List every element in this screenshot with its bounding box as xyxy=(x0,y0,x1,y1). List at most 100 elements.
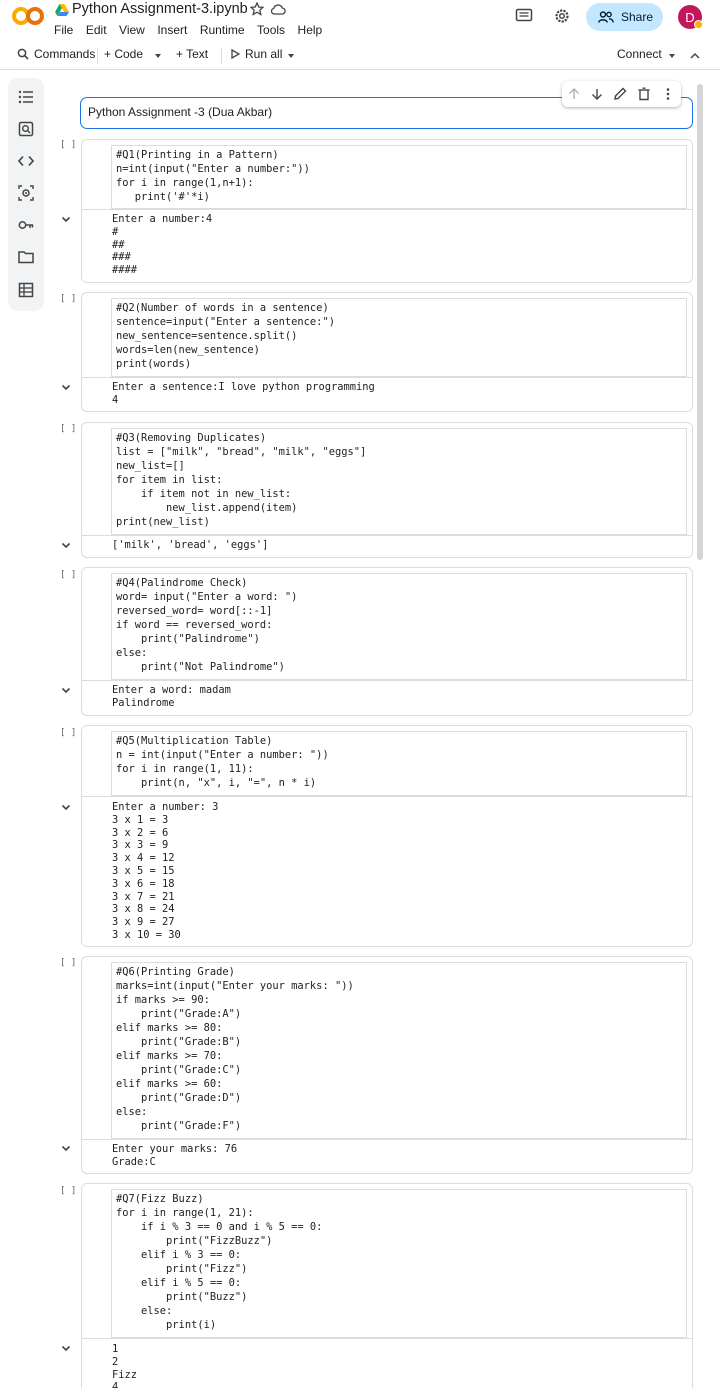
share-label: Share xyxy=(621,10,654,24)
code-snippets-icon[interactable] xyxy=(18,153,34,169)
warning-badge xyxy=(694,20,703,29)
output-text: Enter a sentence:I love python programmi… xyxy=(112,381,375,406)
files-folder-icon[interactable] xyxy=(18,249,34,265)
output-divider xyxy=(82,796,692,797)
code-cell[interactable]: #Q4(Palindrome Check) word= input("Enter… xyxy=(81,567,693,716)
chevron-down-icon[interactable] xyxy=(61,1345,71,1352)
cell-run-marker[interactable]: [ ] xyxy=(60,728,76,738)
menu-view[interactable]: View xyxy=(119,23,145,37)
output-divider xyxy=(82,680,692,681)
move-down-icon[interactable] xyxy=(590,87,604,101)
code-cell[interactable]: #Q1(Printing in a Pattern) n=int(input("… xyxy=(81,139,693,283)
code-text: #Q4(Palindrome Check) word= input("Enter… xyxy=(116,577,298,673)
delete-icon[interactable] xyxy=(637,87,651,101)
terminal-table-icon[interactable] xyxy=(18,282,34,298)
commands-button[interactable]: Commands xyxy=(17,47,95,61)
cell-output: Enter a sentence:I love python programmi… xyxy=(112,381,375,407)
add-code-button[interactable]: + Code xyxy=(104,47,143,61)
chevron-down-icon[interactable] xyxy=(61,1145,71,1152)
code-cell[interactable]: #Q2(Number of words in a sentence) sente… xyxy=(81,292,693,412)
text-cell-content: Python Assignment -3 (Dua Akbar) xyxy=(88,105,273,119)
chevron-down-icon[interactable] xyxy=(61,216,71,223)
connect-button[interactable]: Connect xyxy=(617,47,662,61)
scrollbar-thumb[interactable] xyxy=(697,84,703,560)
code-text: #Q2(Number of words in a sentence) sente… xyxy=(116,302,335,370)
variables-icon[interactable] xyxy=(18,185,34,201)
menu-help[interactable]: Help xyxy=(298,23,323,37)
collapse-header-icon[interactable] xyxy=(690,52,700,59)
menu-file[interactable]: File xyxy=(54,23,73,37)
people-icon xyxy=(598,11,614,23)
find-icon[interactable] xyxy=(18,121,34,137)
add-text-label: + Text xyxy=(176,47,209,61)
more-options-icon[interactable] xyxy=(661,87,675,101)
code-editor[interactable]: #Q1(Printing in a Pattern) n=int(input("… xyxy=(111,145,687,209)
share-button[interactable]: Share xyxy=(586,3,663,31)
code-text: #Q7(Fizz Buzz) for i in range(1, 21): if… xyxy=(116,1193,323,1331)
code-cell[interactable]: #Q3(Removing Duplicates) list = ["milk",… xyxy=(81,422,693,558)
output-divider xyxy=(82,377,692,378)
cell-run-marker[interactable]: [ ] xyxy=(60,1186,76,1196)
connect-dropdown[interactable] xyxy=(669,54,675,58)
code-dropdown[interactable] xyxy=(155,54,161,58)
code-text: #Q5(Multiplication Table) n = int(input(… xyxy=(116,735,329,789)
notebook-title[interactable]: Python Assignment-3.ipynb xyxy=(72,1,248,17)
star-icon[interactable] xyxy=(250,2,264,16)
menu-runtime[interactable]: Runtime xyxy=(200,23,245,37)
chevron-down-icon[interactable] xyxy=(61,687,71,694)
cell-run-marker[interactable]: [ ] xyxy=(60,140,76,150)
cell-toolbar xyxy=(562,81,681,107)
run-all-dropdown[interactable] xyxy=(288,54,294,58)
run-all-button[interactable]: Run all xyxy=(231,47,282,61)
menu-bar: File Edit View Insert Runtime Tools Help xyxy=(54,23,335,37)
code-cell[interactable]: #Q7(Fizz Buzz) for i in range(1, 21): if… xyxy=(81,1183,693,1388)
output-divider xyxy=(82,209,692,210)
comment-icon[interactable] xyxy=(515,8,533,24)
move-up-icon[interactable] xyxy=(567,87,581,101)
code-editor[interactable]: #Q6(Printing Grade) marks=int(input("Ent… xyxy=(111,962,687,1139)
run-all-label: Run all xyxy=(245,47,283,61)
output-divider xyxy=(82,1338,692,1339)
toolbar-divider xyxy=(97,48,98,64)
toolbar-divider xyxy=(221,48,222,64)
code-cell[interactable]: #Q5(Multiplication Table) n = int(input(… xyxy=(81,725,693,947)
edit-pencil-icon[interactable] xyxy=(613,87,627,101)
cell-run-marker[interactable]: [ ] xyxy=(60,294,76,304)
colab-logo[interactable] xyxy=(11,5,45,27)
side-rail xyxy=(8,78,44,311)
table-of-contents-icon[interactable] xyxy=(18,89,34,105)
code-cell[interactable]: #Q6(Printing Grade) marks=int(input("Ent… xyxy=(81,956,693,1174)
menu-edit[interactable]: Edit xyxy=(86,23,107,37)
code-text: #Q3(Removing Duplicates) list = ["milk",… xyxy=(116,432,367,528)
output-text: Enter your marks: 76 Grade:C xyxy=(112,1143,238,1168)
cell-run-marker[interactable]: [ ] xyxy=(60,570,76,580)
chevron-down-icon xyxy=(669,54,675,58)
cell-run-marker[interactable]: [ ] xyxy=(60,958,76,968)
add-text-button[interactable]: + Text xyxy=(176,47,208,61)
output-text: Enter a number: 3 3 x 1 = 3 3 x 2 = 6 3 … xyxy=(112,801,219,941)
app-header: Python Assignment-3.ipynb File Edit View… xyxy=(0,0,720,40)
chevron-down-icon[interactable] xyxy=(61,804,71,811)
search-icon xyxy=(17,48,29,60)
output-text: Enter a word: madam Palindrome xyxy=(112,684,231,709)
code-editor[interactable]: #Q5(Multiplication Table) n = int(input(… xyxy=(111,731,687,796)
chevron-down-icon[interactable] xyxy=(61,384,71,391)
chevron-down-icon xyxy=(288,54,294,58)
notebook-toolbar: Commands + Code + Text Run all Connect xyxy=(0,40,720,70)
google-drive-icon[interactable] xyxy=(55,4,69,16)
secrets-key-icon[interactable] xyxy=(18,217,34,233)
output-text: ['milk', 'bread', 'eggs'] xyxy=(112,539,269,551)
gear-icon[interactable] xyxy=(553,7,571,25)
chevron-down-icon[interactable] xyxy=(61,542,71,549)
output-text: 1 2 Fizz 4 xyxy=(112,1343,138,1388)
code-editor[interactable]: #Q4(Palindrome Check) word= input("Enter… xyxy=(111,573,687,680)
cloud-sync-icon[interactable] xyxy=(270,3,286,16)
code-editor[interactable]: #Q2(Number of words in a sentence) sente… xyxy=(111,298,687,377)
menu-tools[interactable]: Tools xyxy=(257,23,285,37)
cell-output: Enter a number:4 # ## ### #### xyxy=(112,213,212,277)
code-editor[interactable]: #Q3(Removing Duplicates) list = ["milk",… xyxy=(111,428,687,535)
menu-insert[interactable]: Insert xyxy=(157,23,187,37)
code-editor[interactable]: #Q7(Fizz Buzz) for i in range(1, 21): if… xyxy=(111,1189,687,1338)
cell-run-marker[interactable]: [ ] xyxy=(60,424,76,434)
chevron-down-icon xyxy=(155,54,161,58)
